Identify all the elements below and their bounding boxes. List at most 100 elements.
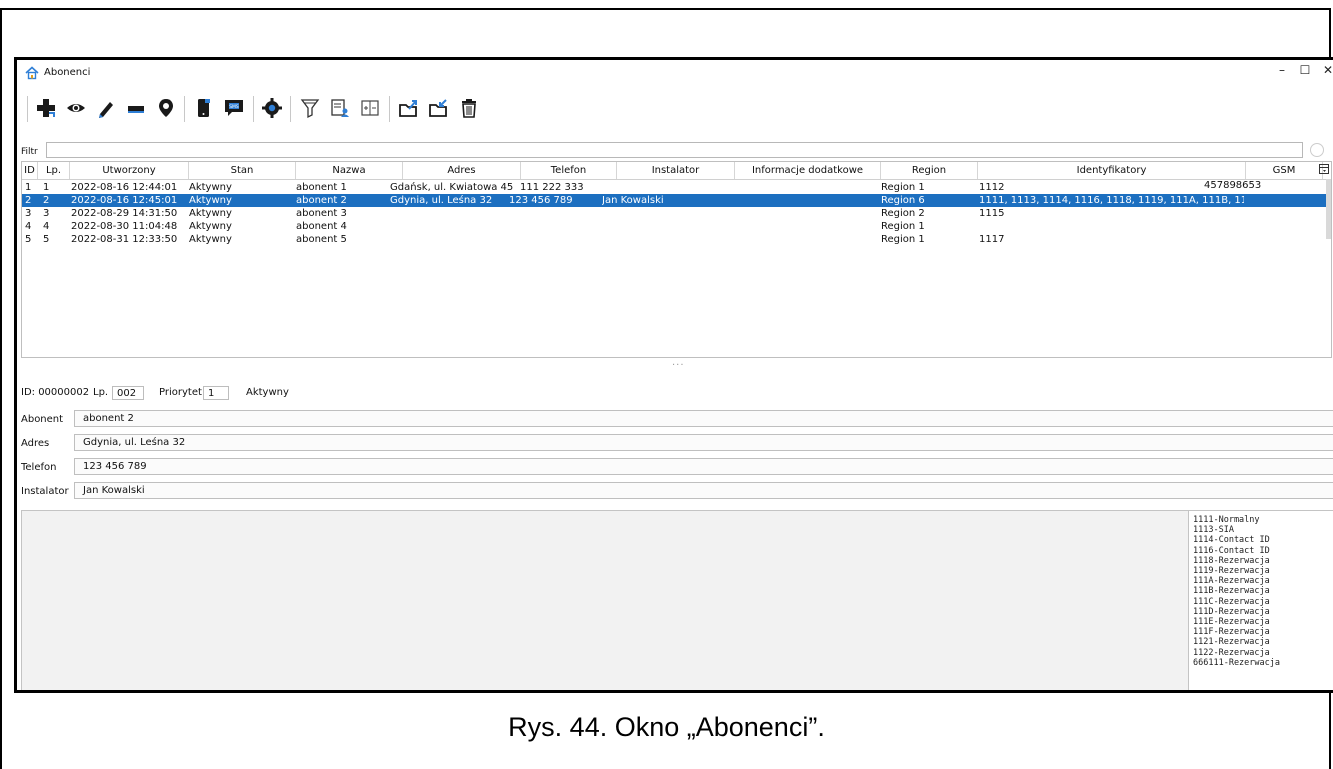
add-icon (37, 99, 55, 117)
remove-button[interactable] (121, 93, 151, 123)
table-scrollbar[interactable] (1326, 179, 1331, 239)
cell-region: Region 1 (881, 234, 925, 245)
cell-name: abonent 2 (296, 195, 347, 206)
column-header-created[interactable]: Utworzony (70, 162, 189, 179)
column-header-phone[interactable]: Telefon (521, 162, 617, 179)
sms-button[interactable]: SMS (219, 93, 249, 123)
expand-columns-icon (361, 100, 379, 116)
panel-splitter[interactable]: ··· (672, 360, 685, 371)
minus-icon (128, 106, 144, 113)
cell-state: Aktywny (189, 208, 232, 219)
column-header-identifiers[interactable]: Identyfikatory (978, 162, 1246, 179)
table-row[interactable]: 1 1 2022-08-16 12:44:01 Aktywny abonent … (22, 180, 1331, 194)
gear-icon (262, 98, 282, 118)
user-list-icon (331, 99, 349, 117)
export-button[interactable] (394, 93, 424, 123)
filter-button[interactable] (295, 93, 325, 123)
column-header-address[interactable]: Adres (403, 162, 521, 179)
identifier-item: 1122-Rezerwacja (1193, 647, 1270, 658)
import-button[interactable] (424, 93, 454, 123)
phone-button[interactable] (189, 93, 219, 123)
title-bar: Abonenci – ☐ ✕ (17, 60, 1333, 86)
identifier-item: 111C-Rezerwacja (1193, 596, 1270, 607)
cell-address: Gdynia, ul. Leśna 32 (390, 195, 493, 206)
cell-phone: 123 456 789 (509, 195, 573, 206)
column-header-info[interactable]: Informacje dodatkowe (735, 162, 881, 179)
phone-field[interactable]: 123 456 789 (74, 458, 1333, 475)
subscriber-label: Abonent (21, 414, 64, 425)
column-options-icon[interactable] (1319, 164, 1329, 174)
close-button[interactable]: ✕ (1317, 63, 1333, 81)
table-row[interactable]: 4 4 2022-08-30 11:04:48 Aktywny abonent … (22, 220, 1331, 233)
column-header-state[interactable]: Stan (189, 162, 296, 179)
identifier-item: 111A-Rezerwacja (1193, 576, 1270, 587)
cell-id: 3 (25, 208, 32, 219)
cell-created: 2022-08-30 11:04:48 (71, 221, 178, 232)
subscribers-table: ID Lp. Utworzony Stan Nazwa Adres Telefo… (21, 161, 1332, 358)
table-header: ID Lp. Utworzony Stan Nazwa Adres Telefo… (22, 162, 1331, 180)
delete-button[interactable] (454, 93, 484, 123)
cell-phone: 111 222 333 (520, 182, 584, 193)
cell-lp: 2 (43, 195, 50, 206)
cell-address: Gdańsk, ul. Kwiatowa 45 (390, 182, 514, 193)
installer-label: Instalator (21, 486, 69, 497)
cell-created: 2022-08-16 12:45:01 (71, 195, 178, 206)
column-header-name[interactable]: Nazwa (296, 162, 403, 179)
identifier-item: 1118-Rezerwacja (1193, 555, 1270, 566)
filter-input[interactable] (46, 142, 1303, 158)
sms-icon: SMS (225, 100, 243, 116)
edit-button[interactable] (91, 93, 121, 123)
subscriber-field[interactable]: abonent 2 (74, 410, 1333, 427)
lp-label: Lp. (93, 387, 109, 398)
add-button[interactable] (31, 93, 61, 123)
column-header-id[interactable]: ID (22, 162, 38, 179)
cell-identifiers: 1115 (979, 208, 1005, 219)
cell-lp: 5 (43, 234, 50, 245)
location-pin-icon (159, 99, 173, 117)
installer-field[interactable]: Jan Kowalski (74, 482, 1333, 499)
toolbar-separator (184, 96, 185, 122)
cell-lp: 4 (43, 221, 50, 232)
cell-name: abonent 4 (296, 221, 347, 232)
cell-created: 2022-08-16 12:44:01 (71, 182, 178, 193)
import-icon (429, 99, 447, 117)
phone-icon (198, 99, 210, 117)
cell-state: Aktywny (189, 182, 232, 193)
cell-created: 2022-08-29 14:31:50 (71, 208, 178, 219)
identifier-item: 1121-Rezerwacja (1193, 637, 1270, 648)
column-header-region[interactable]: Region (881, 162, 978, 179)
column-header-installer[interactable]: Instalator (617, 162, 735, 179)
subscriber-list-button[interactable] (325, 93, 355, 123)
table-row[interactable]: 3 3 2022-08-29 14:31:50 Aktywny abonent … (22, 207, 1331, 220)
cell-region: Region 1 (881, 182, 925, 193)
identifier-item: 1119-Rezerwacja (1193, 566, 1270, 577)
minimize-button[interactable]: – (1271, 63, 1293, 81)
address-label: Adres (21, 438, 50, 449)
settings-button[interactable] (257, 93, 287, 123)
filter-clear-icon[interactable] (1310, 143, 1324, 157)
installer-row: Instalator Jan Kowalski (17, 482, 1333, 501)
address-field[interactable]: Gdynia, ul. Leśna 32 (74, 434, 1333, 451)
cell-gsm: 457898653 (1204, 180, 1262, 191)
details-panel: 1111-Normalny 1113-SIA 1114-Contact ID 1… (21, 510, 1333, 690)
table-row-selected[interactable]: 2 2 2022-08-16 12:45:01 Aktywny abonent … (22, 194, 1331, 207)
column-header-gsm[interactable]: GSM (1246, 162, 1323, 179)
phone-label: Telefon (21, 462, 57, 473)
toolbar-separator (290, 96, 291, 122)
cell-lp: 3 (43, 208, 50, 219)
columns-button[interactable] (355, 93, 385, 123)
lp-field[interactable]: 002 (112, 386, 144, 400)
app-home-icon (25, 66, 39, 80)
pencil-icon (99, 102, 113, 118)
identifiers-list[interactable]: 1111-Normalny 1113-SIA 1114-Contact ID 1… (1188, 511, 1333, 690)
view-button[interactable] (61, 93, 91, 123)
address-row: Adres Gdynia, ul. Leśna 32 (17, 434, 1333, 453)
cell-id: 4 (25, 221, 32, 232)
trash-icon (462, 99, 476, 118)
maximize-button[interactable]: ☐ (1294, 63, 1316, 81)
cell-name: abonent 3 (296, 208, 347, 219)
location-button[interactable] (151, 93, 181, 123)
table-row[interactable]: 5 5 2022-08-31 12:33:50 Aktywny abonent … (22, 233, 1331, 246)
priority-field[interactable]: 1 (203, 386, 229, 400)
column-header-lp[interactable]: Lp. (38, 162, 70, 179)
